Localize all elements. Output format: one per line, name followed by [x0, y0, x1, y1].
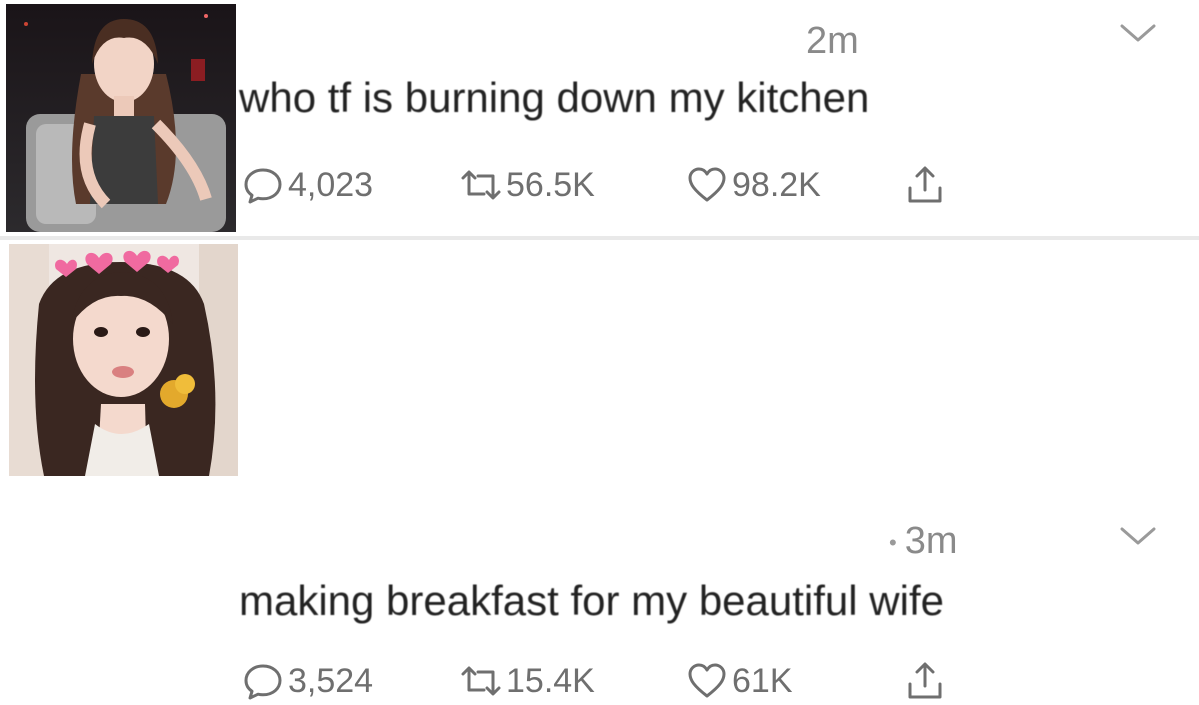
heart-icon — [688, 167, 726, 202]
retweet-button[interactable]: 15.4K — [460, 657, 595, 705]
tweet-2[interactable]: • 3m making breakfast for my beautiful wi… — [0, 240, 1199, 700]
reply-bubble-icon — [244, 664, 282, 700]
reply-count: 4,023 — [288, 165, 374, 204]
like-count: 61K — [732, 661, 793, 700]
tweet-actions: 4,023 56.5K 98.2K — [242, 161, 982, 209]
tweet-feed: 2m who tf is burning down my kitchen 4,0… — [0, 0, 1199, 700]
tweet-timestamp: • 3m — [889, 520, 958, 562]
tweet-text: making breakfast for my beautiful wife — [239, 577, 944, 624]
like-count: 98.2K — [732, 165, 821, 204]
tweet-text: who tf is burning down my kitchen — [239, 74, 870, 121]
heart-icon — [688, 663, 726, 698]
avatar[interactable] — [9, 244, 238, 476]
timestamp-dot: • — [889, 529, 897, 555]
like-button[interactable]: 61K — [686, 657, 793, 705]
tweet-actions: 3,524 15.4K 61K — [242, 657, 982, 705]
avatar[interactable] — [6, 4, 236, 232]
avatar-photo — [6, 4, 236, 232]
reply-button[interactable]: 4,023 — [242, 161, 373, 209]
tweet-timestamp: 2m — [806, 20, 859, 62]
share-button[interactable] — [904, 161, 946, 209]
retweet-count: 15.4K — [506, 661, 595, 700]
like-button[interactable]: 98.2K — [686, 161, 821, 209]
share-icon — [908, 166, 942, 203]
retweet-icon — [461, 666, 501, 696]
reply-bubble-icon — [244, 168, 282, 204]
chevron-down-icon[interactable] — [1118, 523, 1158, 549]
reply-count: 3,524 — [288, 661, 374, 700]
retweet-count: 56.5K — [506, 165, 595, 204]
share-icon — [908, 662, 942, 699]
reply-button[interactable]: 3,524 — [242, 657, 373, 705]
share-button[interactable] — [904, 657, 946, 705]
retweet-icon — [461, 170, 501, 200]
tweet-1[interactable]: 2m who tf is burning down my kitchen 4,0… — [0, 0, 1199, 236]
retweet-button[interactable]: 56.5K — [460, 161, 595, 209]
avatar-photo — [9, 244, 238, 476]
chevron-down-icon[interactable] — [1118, 20, 1158, 46]
